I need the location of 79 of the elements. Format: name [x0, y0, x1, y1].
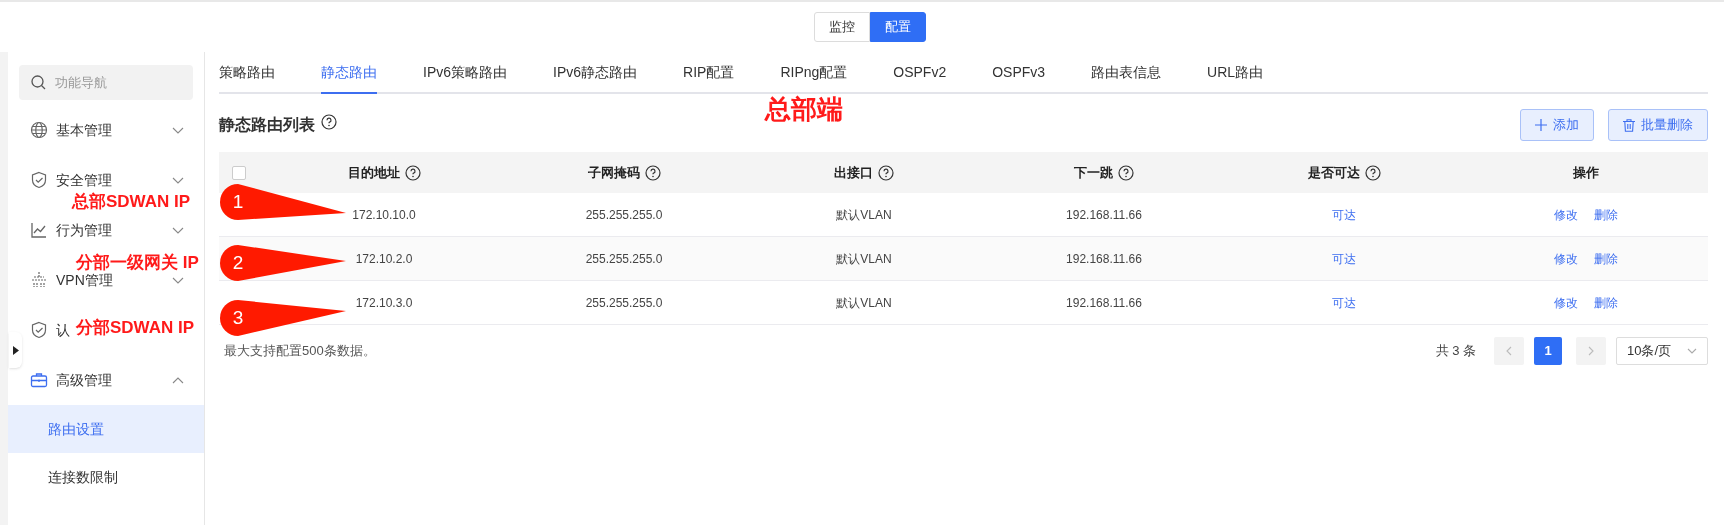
globe-icon — [30, 121, 48, 139]
edit-link[interactable]: 修改 — [1554, 205, 1578, 224]
delete-link[interactable]: 删除 — [1594, 293, 1618, 312]
column-header: 出接口 — [834, 163, 873, 182]
table-cell-text: 172.10.2.0 — [355, 250, 413, 268]
select-all-checkbox[interactable] — [232, 165, 246, 180]
table-cell-text: 默认VLAN — [836, 206, 892, 224]
column-header: 是否可达 — [1307, 163, 1360, 182]
status-text: 可达 — [1332, 250, 1356, 268]
search-field[interactable]: 功能导航 — [19, 65, 193, 100]
sidebar-item[interactable]: 认 — [56, 319, 70, 341]
table-cell-text: 255.255.255.0 — [585, 294, 663, 312]
tab[interactable]: 路由表信息 — [1091, 52, 1162, 94]
tab[interactable]: IPv6静态路由 — [553, 52, 638, 94]
network-icon — [30, 271, 48, 289]
line-chart-icon — [30, 221, 48, 239]
table-cell-text: 192.168.11.66 — [1066, 250, 1142, 268]
next-page-button[interactable] — [1576, 337, 1606, 365]
sidebar-subitem[interactable]: 连接数限制 — [8, 453, 204, 501]
annotation-label: 总部SDWAN IP — [72, 191, 191, 213]
annotation-label: 分部一级网关 IP — [76, 252, 199, 273]
table-cell-text: 默认VLAN — [836, 250, 892, 268]
panel-title: 静态路由列表 — [219, 115, 315, 135]
tab[interactable]: IPv6策略路由 — [423, 52, 507, 94]
annotation-label: 分部SDWAN IP — [76, 317, 195, 339]
footer-note: 最大支持配置500条数据。 — [223, 342, 376, 361]
delete-link[interactable]: 删除 — [1594, 205, 1618, 224]
callout-number: 3 — [231, 305, 245, 330]
help-icon — [321, 114, 337, 130]
column-header: 目的地址 — [347, 163, 400, 182]
add-button[interactable]: 添加 — [1520, 109, 1594, 141]
table-cell-text: 172.10.10.0 — [352, 206, 416, 224]
edit-link[interactable]: 修改 — [1554, 293, 1578, 312]
tab[interactable]: 策略路由 — [219, 52, 275, 94]
sidebar-item[interactable]: 基本管理 — [56, 119, 112, 141]
page-size-select[interactable]: 10条/页 — [1616, 337, 1708, 365]
mode-tab[interactable]: 配置 — [870, 12, 926, 42]
table-cell-text: 255.255.255.0 — [585, 206, 663, 224]
sidebar-item[interactable]: 行为管理 — [56, 219, 112, 241]
chevron-down-icon — [1687, 348, 1697, 354]
total-count: 共 3 条 — [1435, 342, 1476, 361]
chevron-left-icon — [1506, 346, 1512, 356]
tab[interactable]: OSPFv3 — [992, 52, 1046, 94]
callout-number: 1 — [231, 189, 245, 214]
tab[interactable]: OSPFv2 — [893, 52, 947, 94]
search-icon — [31, 75, 46, 90]
table-cell-text: 192.168.11.66 — [1066, 294, 1142, 312]
column-header: 操作 — [1573, 163, 1599, 182]
status-text: 可达 — [1332, 294, 1356, 312]
column-header: 子网掩码 — [587, 163, 640, 182]
status-text: 可达 — [1332, 206, 1356, 224]
edit-link[interactable]: 修改 — [1554, 249, 1578, 268]
page-button[interactable]: 1 — [1534, 337, 1562, 365]
sidebar-subitem[interactable]: 路由设置 — [8, 405, 204, 453]
annotation-text: 总部端 — [765, 93, 843, 126]
tab[interactable]: RIPng配置 — [780, 52, 848, 94]
delete-link[interactable]: 删除 — [1594, 249, 1618, 268]
table-cell-text: 默认VLAN — [836, 294, 892, 312]
previous-page-button[interactable] — [1494, 337, 1524, 365]
mode-tab[interactable]: 监控 — [814, 12, 870, 42]
trash-icon — [1623, 118, 1635, 132]
plus-icon — [1535, 119, 1547, 131]
tab[interactable]: 静态路由 — [321, 52, 377, 94]
tab[interactable]: URL路由 — [1207, 52, 1264, 94]
sidebar-item[interactable]: 安全管理 — [56, 169, 112, 191]
shield-icon — [30, 321, 48, 339]
table-cell-text: 172.10.3.0 — [355, 294, 413, 312]
triangle-icon — [12, 345, 19, 355]
tab[interactable]: RIP配置 — [683, 52, 735, 94]
chevron-right-icon — [1588, 346, 1594, 356]
briefcase-icon — [30, 371, 48, 389]
table-cell-text: 192.168.11.66 — [1066, 206, 1142, 224]
shield-icon — [30, 171, 48, 189]
batch-delete-button[interactable]: 批量删除 — [1608, 109, 1708, 141]
callout-number: 2 — [231, 250, 245, 275]
table-cell-text: 255.255.255.0 — [585, 250, 663, 268]
column-header: 下一跳 — [1074, 163, 1113, 182]
sidebar-item[interactable]: 高级管理 — [56, 369, 112, 391]
collapse-handle[interactable] — [9, 332, 22, 368]
